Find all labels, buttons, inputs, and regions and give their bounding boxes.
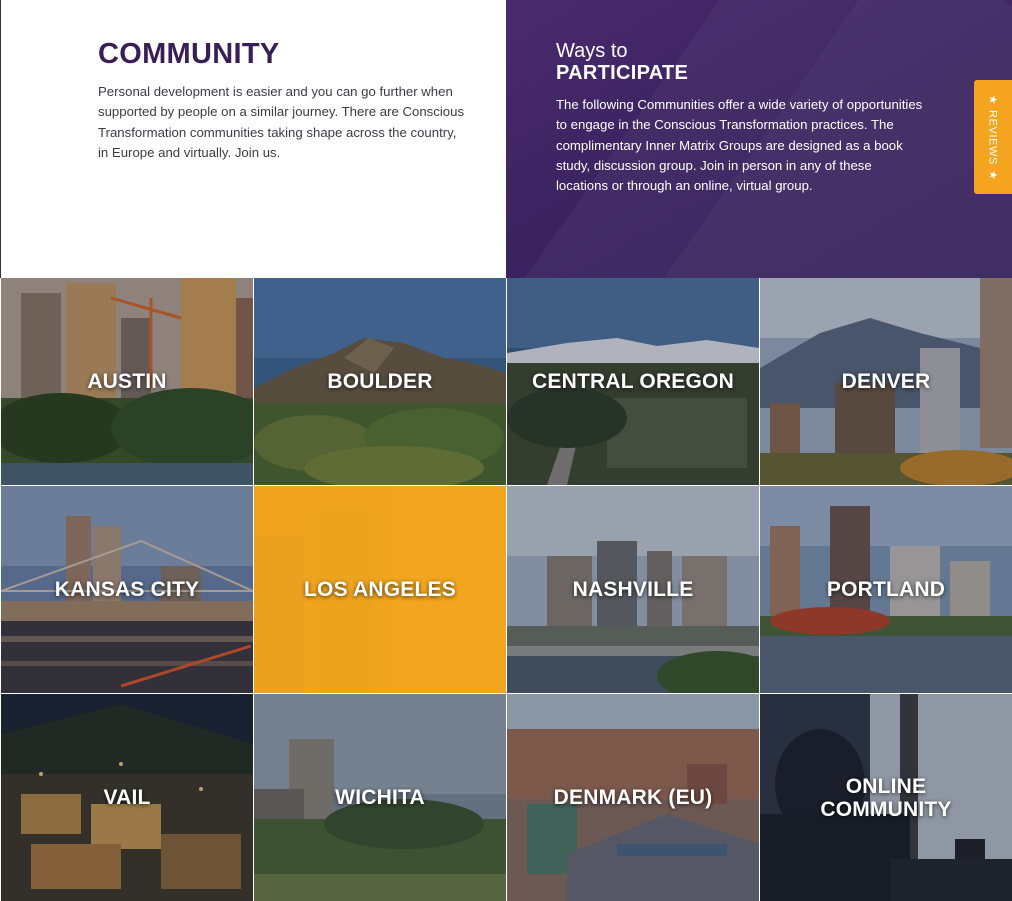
star-icon: ★ xyxy=(986,169,999,180)
tile-label: NASHVILLE xyxy=(572,578,694,601)
tile-denver[interactable]: DENVER xyxy=(760,278,1012,485)
tile-portland[interactable]: PORTLAND xyxy=(760,486,1012,693)
tile-central-oregon[interactable]: CENTRAL OREGON xyxy=(507,278,759,485)
tile-label: AUSTIN xyxy=(87,370,167,393)
reviews-tab[interactable]: ★ REVIEWS ★ xyxy=(974,80,1012,194)
tile-label: PORTLAND xyxy=(826,578,946,601)
tile-label: DENVER xyxy=(841,370,931,393)
reviews-label: REVIEWS xyxy=(987,109,999,165)
tile-boulder[interactable]: BOULDER xyxy=(254,278,506,485)
tile-vail[interactable]: VAIL xyxy=(1,694,253,901)
star-icon: ★ xyxy=(986,94,999,105)
community-description: Personal development is easier and you c… xyxy=(98,84,465,160)
tile-label: WICHITA xyxy=(335,786,425,809)
tile-label: CENTRAL OREGON xyxy=(532,370,734,393)
header-section: COMMUNITY Personal development is easier… xyxy=(0,0,1012,278)
participate-title: PARTICIPATE xyxy=(556,62,689,84)
tile-online-community[interactable]: ONLINE COMMUNITY xyxy=(760,694,1012,901)
tile-label: BOULDER xyxy=(327,370,433,393)
community-title: COMMUNITY xyxy=(98,38,280,70)
tile-los-angeles[interactable]: LOS ANGELES xyxy=(254,486,506,693)
tile-label: DENMARK (EU) xyxy=(553,786,713,809)
participate-description: The following Communities offer a wide v… xyxy=(556,97,923,194)
community-intro: COMMUNITY Personal development is easier… xyxy=(0,0,505,278)
tile-kansas-city[interactable]: KANSAS CITY xyxy=(1,486,253,693)
tile-austin[interactable]: AUSTIN xyxy=(1,278,253,485)
tile-label: VAIL xyxy=(103,786,151,809)
tile-label: LOS ANGELES xyxy=(304,578,456,601)
tile-label: ONLINE COMMUNITY xyxy=(820,774,952,821)
community-grid: AUSTIN BOULDER CENTRAL OREGON DENVER KAN… xyxy=(0,278,1012,901)
tile-nashville[interactable]: NASHVILLE xyxy=(507,486,759,693)
tile-wichita[interactable]: WICHITA xyxy=(254,694,506,901)
tile-denmark[interactable]: DENMARK (EU) xyxy=(507,694,759,901)
tile-label: KANSAS CITY xyxy=(54,578,200,601)
participate-subtitle: Ways to xyxy=(556,40,628,62)
participate-panel: Ways to PARTICIPATE The following Commun… xyxy=(506,0,1012,278)
